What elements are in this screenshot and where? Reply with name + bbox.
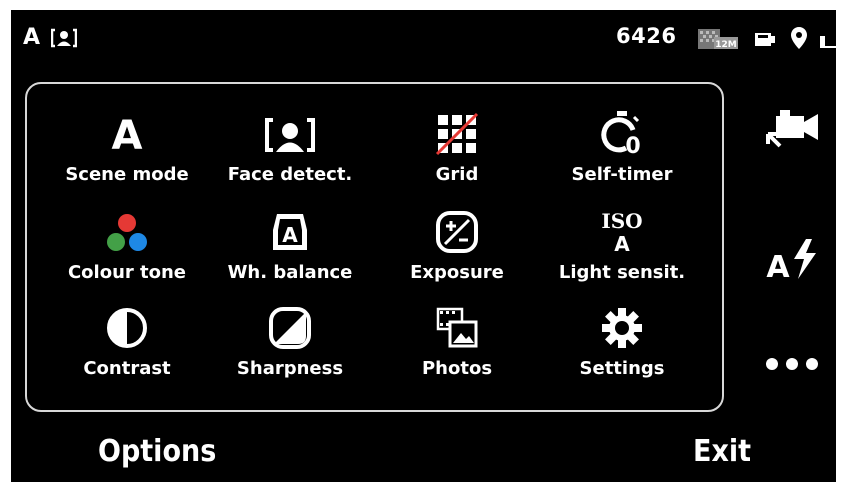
resolution-text: 12M — [715, 40, 737, 50]
iso-icon: ISO A — [532, 202, 712, 254]
camera-settings-panel: A Scene mode Face detect. Grid 0 Self-ti… — [25, 82, 724, 412]
battery-icon — [819, 34, 837, 53]
resolution-badge: 12M — [697, 28, 739, 54]
menu-item-label: Grid — [435, 164, 479, 185]
video-mode-button[interactable] — [757, 102, 827, 162]
photos-icon — [367, 298, 547, 350]
iso-label: ISO — [601, 209, 642, 233]
self-timer-value: 0 — [625, 134, 640, 156]
options-softkey[interactable]: Options — [98, 434, 216, 469]
menu-item-photos[interactable]: Photos — [367, 298, 547, 394]
menu-item-label: Face detect. — [227, 164, 353, 185]
face-detect-icon — [200, 104, 380, 156]
exit-softkey[interactable]: Exit — [693, 434, 751, 469]
menu-item-grid[interactable]: Grid — [367, 104, 547, 200]
white-balance-icon: A — [200, 202, 380, 254]
flash-auto-text: A — [766, 250, 790, 283]
menu-item-label: Light sensit. — [558, 262, 686, 283]
menu-item-white-balance[interactable]: A Wh. balance — [200, 202, 380, 298]
menu-item-label: Scene mode — [65, 164, 189, 185]
flash-auto-icon: A — [764, 237, 820, 287]
menu-item-self-timer[interactable]: 0 Self-timer — [532, 104, 712, 200]
menu-item-exposure[interactable]: Exposure — [367, 202, 547, 298]
more-dots-icon — [764, 356, 820, 376]
white-balance-value: A — [282, 223, 298, 247]
menu-item-light-sensitivity[interactable]: ISO A Light sensit. — [532, 202, 712, 298]
face-detect-icon — [50, 28, 78, 52]
menu-item-colour-tone[interactable]: Colour tone — [37, 202, 217, 298]
storage-icon — [753, 30, 777, 52]
menu-item-label: Exposure — [410, 262, 504, 283]
menu-item-sharpness[interactable]: Sharpness — [200, 298, 380, 394]
more-button[interactable] — [757, 336, 827, 396]
grid-off-icon — [367, 104, 547, 156]
colour-tone-icon — [37, 202, 217, 254]
scene-mode-indicator: A — [23, 25, 41, 50]
scene-auto-icon: A — [111, 113, 143, 159]
camera-screen: A 6426 12M A Scene mode Face detect. Gri… — [11, 10, 836, 482]
video-camera-icon — [764, 108, 820, 156]
menu-item-label: Colour tone — [67, 262, 187, 283]
menu-item-face-detect[interactable]: Face detect. — [200, 104, 380, 200]
menu-item-label: Settings — [579, 358, 665, 379]
menu-item-label: Wh. balance — [227, 262, 353, 283]
location-pin-icon — [790, 26, 808, 54]
menu-item-label: Sharpness — [236, 358, 344, 379]
sharpness-icon — [200, 298, 380, 350]
iso-value: A — [614, 232, 630, 254]
exposure-icon — [367, 202, 547, 254]
menu-item-label: Self-timer — [571, 164, 673, 185]
shots-remaining: 6426 — [616, 24, 677, 48]
menu-item-settings[interactable]: Settings — [532, 298, 712, 394]
menu-item-scene-mode[interactable]: A Scene mode — [37, 104, 217, 200]
status-bar: A 6426 12M — [11, 10, 836, 66]
menu-item-label: Photos — [421, 358, 493, 379]
menu-item-contrast[interactable]: Contrast — [37, 298, 217, 394]
settings-gear-icon — [532, 298, 712, 350]
menu-item-label: Contrast — [83, 358, 171, 379]
flash-mode-button[interactable]: A — [757, 232, 827, 292]
self-timer-icon: 0 — [532, 104, 712, 156]
contrast-icon — [37, 298, 217, 350]
